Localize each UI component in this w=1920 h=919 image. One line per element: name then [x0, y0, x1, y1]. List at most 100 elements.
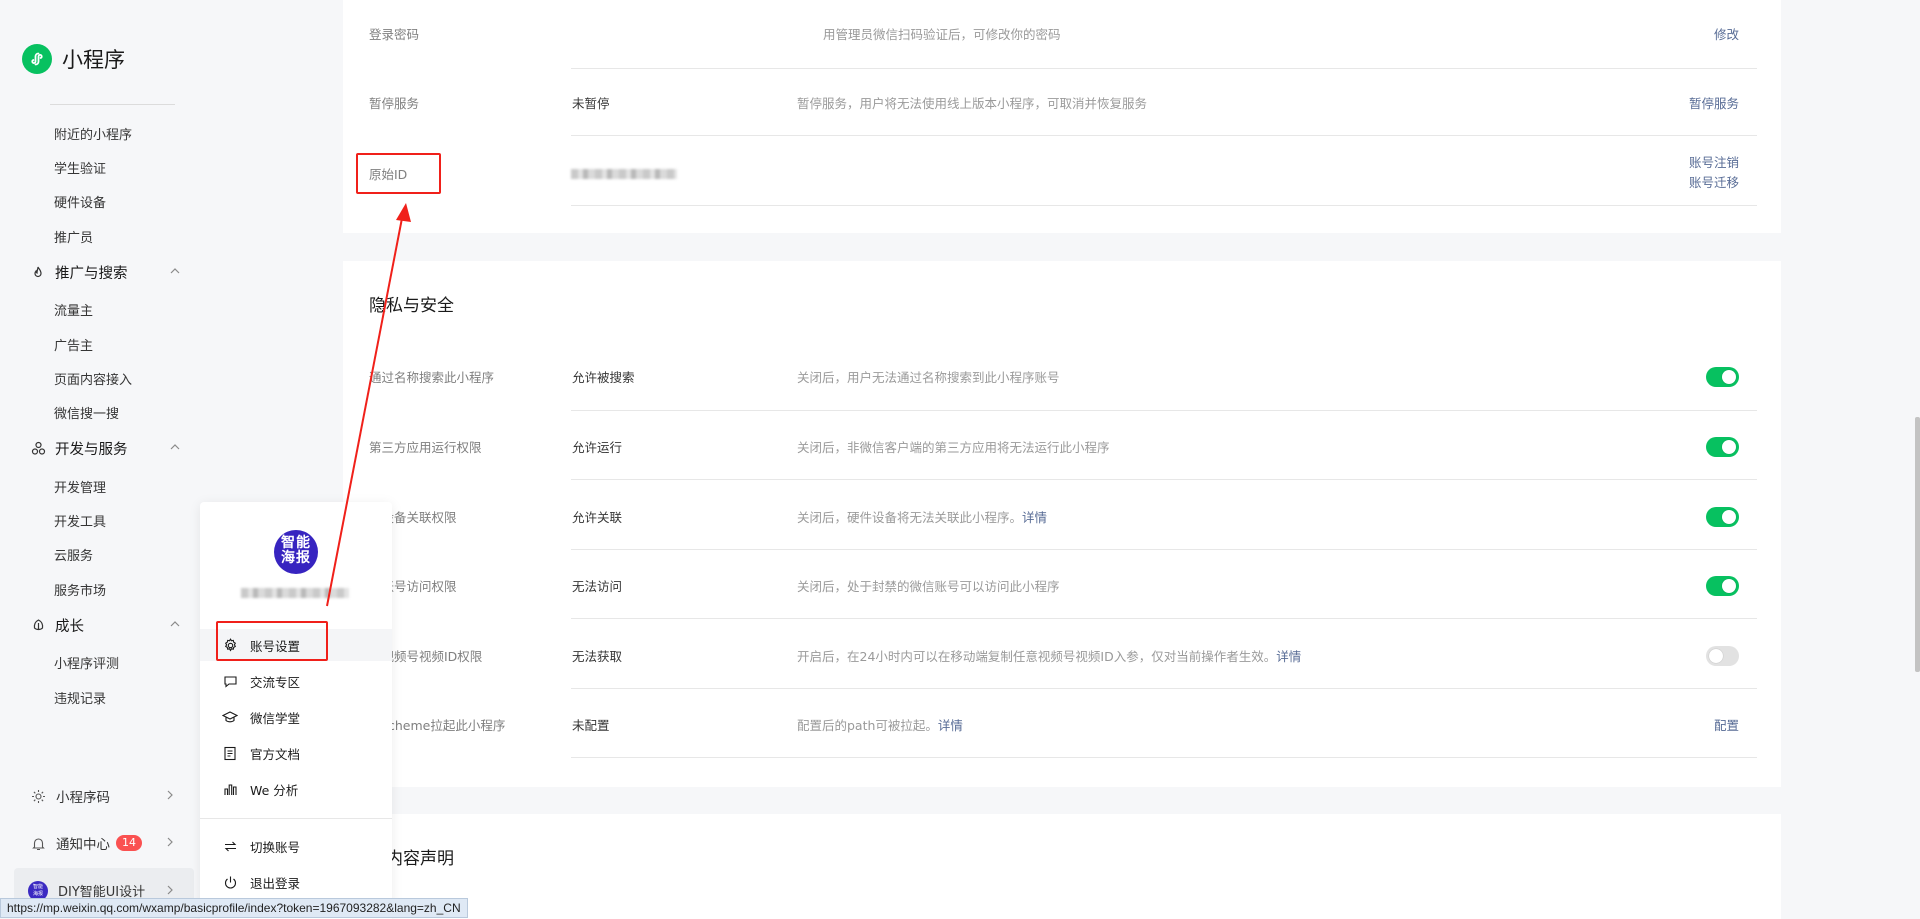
row-value: 未配置 [572, 718, 610, 733]
chart-icon [222, 781, 238, 797]
menu-item-label: 交流专区 [250, 674, 301, 690]
sidebar-group-label: 开发与服务 [55, 442, 128, 458]
row-label: 暂停服务 [369, 96, 420, 111]
bell-icon [30, 835, 46, 851]
sidebar-item-label: 通知中心 [56, 837, 110, 853]
row-label: 登录密码 [369, 27, 420, 42]
row-original-id: 原始ID 账号注销 账号迁移 [369, 136, 1757, 206]
sidebar-item-evaluation[interactable]: 小程序评测 [54, 653, 119, 672]
sidebar-item-traffic-owner[interactable]: 流量主 [54, 300, 93, 319]
modify-password-link[interactable]: 修改 [1714, 24, 1739, 43]
toggle-switch[interactable] [1706, 507, 1739, 527]
details-link[interactable]: 详情 [938, 718, 963, 733]
sidebar-group-growth[interactable]: 成长 [30, 615, 180, 636]
privacy-security-card: 隐私与安全 通过名称搜索此小程序 允许被搜索 关闭后，用户无法通过名称搜索到此小… [343, 261, 1781, 787]
menu-item-logout[interactable]: 退出登录 [200, 866, 392, 898]
menu-item-docs[interactable]: 官方文档 [200, 737, 392, 769]
menu-item-academy[interactable]: 微信学堂 [200, 701, 392, 733]
popup-avatar: 智能海报 [274, 530, 318, 574]
toggle-knob [1709, 649, 1723, 663]
sidebar-item-dev-manage[interactable]: 开发管理 [54, 477, 106, 496]
account-popup-menu: 智能海报 账号设置 交流专区 微信学堂 官方文档 We 分析 切换账号 退出登录 [200, 502, 392, 919]
toggle-knob [1722, 579, 1736, 593]
row-scheme: 过scheme拉起此小程序 未配置 配置后的path可被拉起。详情 配置 [369, 689, 1757, 758]
account-cancel-link[interactable]: 账号注销 [1689, 152, 1739, 171]
chevron-right-icon [167, 790, 173, 800]
app-title: 小程序 [62, 48, 125, 72]
row-value: 无法获取 [572, 649, 623, 664]
menu-item-label: 微信学堂 [250, 710, 301, 726]
menu-item-label: We 分析 [250, 782, 299, 798]
app-logo[interactable]: 小程序 [22, 44, 125, 74]
menu-item-switch-account[interactable]: 切换账号 [200, 830, 392, 862]
row-divider [571, 757, 1757, 758]
pause-service-link[interactable]: 暂停服务 [1689, 93, 1739, 112]
cluster-icon [30, 441, 46, 457]
power-icon [222, 874, 238, 890]
toggle-switch[interactable] [1706, 437, 1739, 457]
switch-icon [222, 838, 238, 854]
toggle-switch[interactable] [1706, 646, 1739, 666]
row-third-party: 第三方应用运行权限 允许运行 关闭后，非微信客户端的第三方应用将无法运行此小程序 [369, 411, 1757, 480]
chevron-up-icon [170, 621, 180, 627]
row-pause-service: 暂停服务 未暂停 暂停服务，用户将无法使用线上版本小程序，可取消并恢复服务 暂停… [369, 67, 1757, 136]
account-migrate-link[interactable]: 账号迁移 [1689, 172, 1739, 191]
row-description: 关闭后，非微信客户端的第三方应用将无法运行此小程序 [797, 440, 1110, 455]
details-link[interactable]: 详情 [1022, 510, 1047, 525]
sidebar-divider [50, 104, 175, 105]
sidebar-item-hardware[interactable]: 硬件设备 [54, 192, 106, 211]
redacted-account-name [241, 588, 349, 598]
sidebar-item-dev-tools[interactable]: 开发工具 [54, 511, 106, 530]
row-description: 关闭后，用户无法通过名称搜索到此小程序账号 [797, 370, 1060, 385]
toggle-knob [1722, 510, 1736, 524]
description-text: 关闭后，硬件设备将无法关联此小程序。 [797, 510, 1023, 525]
description-text: 开启后，在24小时内可以在移动端复制任意视频号视频ID入参，仅对当前操作者生效。 [797, 649, 1277, 664]
sidebar-item-nearby[interactable]: 附近的小程序 [54, 124, 132, 143]
toggle-knob [1722, 370, 1736, 384]
row-description: 关闭后，硬件设备将无法关联此小程序。详情 [797, 507, 1047, 526]
row-label: 第三方应用运行权限 [369, 440, 482, 455]
sidebar-item-promoter[interactable]: 推广员 [54, 227, 93, 246]
row-label: 通过名称搜索此小程序 [369, 370, 495, 385]
row-divider [571, 618, 1757, 619]
row-description: 暂停服务，用户将无法使用线上版本小程序，可取消并恢复服务 [797, 96, 1148, 111]
description-text: 配置后的path可被拉起。 [797, 718, 938, 733]
mini-program-logo-icon [22, 44, 52, 74]
sidebar-item-cloud[interactable]: 云服务 [54, 545, 93, 564]
status-bar-url: https://mp.weixin.qq.com/wxamp/basicprof… [0, 898, 468, 918]
section-title: 隐私与安全 [369, 296, 454, 316]
toggle-switch[interactable] [1706, 576, 1739, 596]
row-description: 开启后，在24小时内可以在移动端复制任意视频号视频ID入参，仅对当前操作者生效。… [797, 646, 1301, 665]
row-divider [571, 479, 1757, 480]
sidebar-item-advertiser[interactable]: 广告主 [54, 335, 93, 354]
sidebar-group-label: 推广与搜索 [55, 266, 128, 282]
leaf-icon [30, 618, 46, 634]
sidebar-group-promotion[interactable]: 推广与搜索 [30, 262, 180, 283]
sidebar-item-page-content[interactable]: 页面内容接入 [54, 369, 132, 388]
menu-item-we-analysis[interactable]: We 分析 [200, 773, 392, 805]
row-description: 用管理员微信扫码验证后，可修改你的密码 [823, 27, 1061, 42]
page-scrollbar[interactable] [1915, 417, 1920, 672]
row-value: 允许运行 [572, 440, 623, 455]
configure-link[interactable]: 配置 [1714, 715, 1739, 734]
sidebar-item-wechat-search[interactable]: 微信搜一搜 [54, 403, 119, 422]
row-value: 未暂停 [572, 96, 610, 111]
account-info-card: 登录密码 用管理员微信扫码验证后，可修改你的密码 修改 暂停服务 未暂停 暂停服… [343, 0, 1781, 233]
annotation-highlight-original-id [356, 153, 441, 194]
row-description: 配置后的path可被拉起。详情 [797, 715, 963, 734]
graduation-cap-icon [222, 709, 238, 725]
sidebar-item-violations[interactable]: 违规记录 [54, 688, 106, 707]
toggle-switch[interactable] [1706, 367, 1739, 387]
notification-count-badge: 14 [116, 835, 142, 851]
sidebar-group-dev[interactable]: 开发与服务 [30, 438, 180, 459]
sidebar-item-qrcode[interactable]: 小程序码 [30, 786, 173, 806]
sidebar: 小程序 附近的小程序 学生验证 硬件设备 推广员 推广与搜索 流量主 广告主 页… [0, 0, 196, 919]
sidebar-item-market[interactable]: 服务市场 [54, 580, 106, 599]
row-video-id: 取视频号视频ID权限 无法获取 开启后，在24小时内可以在移动端复制任意视频号视… [369, 620, 1757, 689]
row-value: 允许关联 [572, 510, 623, 525]
chevron-up-icon [170, 268, 180, 274]
menu-item-community[interactable]: 交流专区 [200, 665, 392, 697]
details-link[interactable]: 详情 [1276, 649, 1301, 664]
sidebar-item-notifications[interactable]: 通知中心 14 [30, 833, 173, 853]
sidebar-item-student-verify[interactable]: 学生验证 [54, 158, 106, 177]
